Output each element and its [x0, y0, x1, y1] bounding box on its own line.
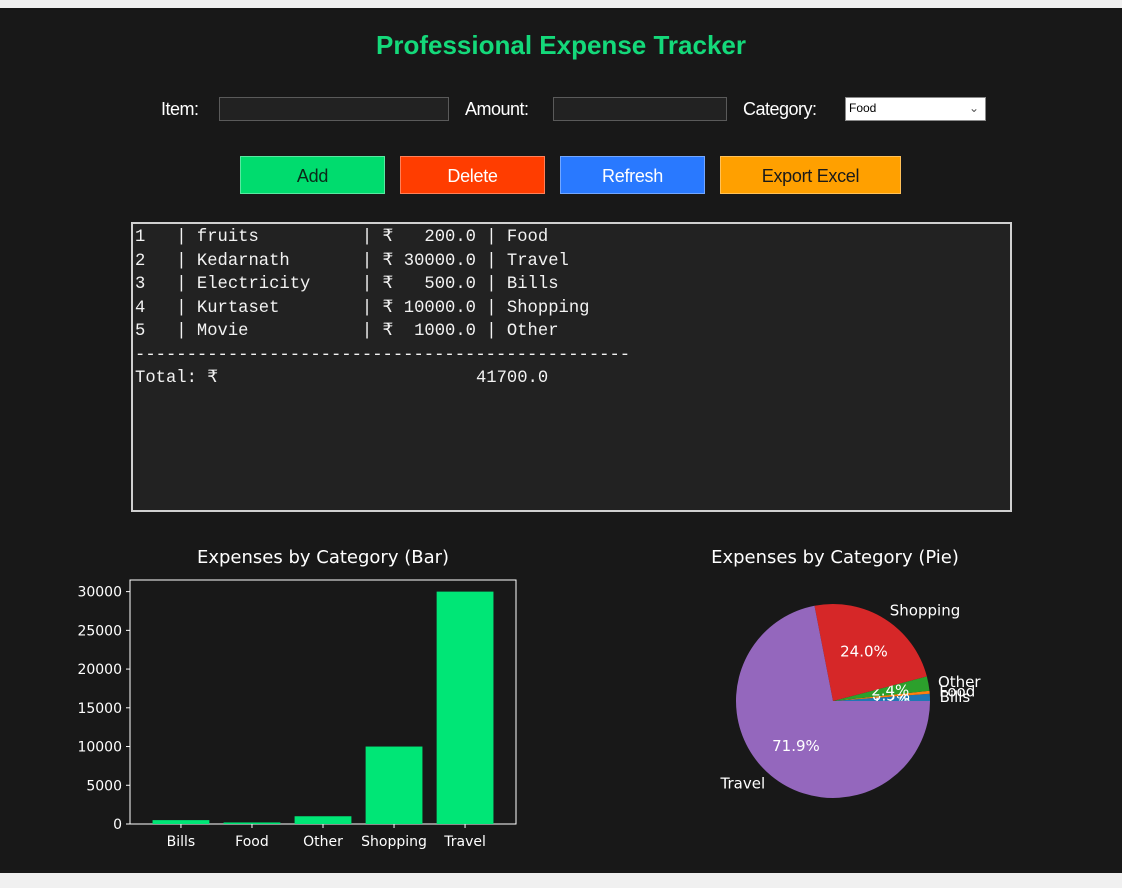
x-tick-label-shopping: Shopping — [361, 834, 427, 850]
x-tick-label-bills: Bills — [167, 834, 196, 850]
item-label: Item: — [161, 99, 199, 119]
y-tick-label: 0 — [113, 817, 122, 833]
app-window: Professional Expense Tracker Item: Amoun… — [0, 8, 1122, 873]
bar-other — [294, 816, 352, 824]
pie-label-other: Other — [938, 673, 981, 691]
bar-food — [223, 822, 281, 824]
refresh-button[interactable]: Refresh — [560, 156, 705, 194]
y-tick-label: 10000 — [77, 740, 122, 756]
chevron-down-icon: ⌄ — [968, 101, 979, 115]
expense-list-text: 1 | fruits | ₹ 200.0 | Food 2 | Kedarnat… — [135, 228, 631, 388]
expense-listbox[interactable]: 1 | fruits | ₹ 200.0 | Food 2 | Kedarnat… — [131, 222, 1012, 512]
category-selected-value: Food — [849, 101, 877, 115]
pie-chart: Bills1.2% Food0.5%Other2.4%Shopping24.0%T… — [720, 602, 981, 798]
bar-chart-title: Expenses by Category (Bar) — [196, 547, 450, 568]
amount-input[interactable] — [553, 97, 727, 121]
item-input[interactable] — [219, 97, 449, 121]
bar-shopping — [365, 746, 423, 824]
app-title: Professional Expense Tracker — [376, 30, 746, 60]
x-tick-label-food: Food — [235, 834, 269, 850]
y-tick-label: 15000 — [77, 701, 122, 717]
bar-chart: Bills Food Other Shopping Travel 0 5000 10000 15… — [77, 579, 517, 850]
amount-label: Amount: — [465, 99, 529, 119]
y-tick-label: 5000 — [86, 778, 122, 794]
export-excel-button[interactable]: Export Excel — [720, 156, 901, 194]
add-button[interactable]: Add — [240, 156, 385, 194]
category-label: Category: — [743, 99, 817, 119]
x-tick-label-travel: Travel — [443, 834, 486, 850]
pie-label-shopping: Shopping — [890, 602, 960, 620]
y-tick-label: 20000 — [77, 662, 122, 678]
pie-percent-shopping: 24.0% — [840, 643, 888, 661]
pie-label-travel: Travel — [720, 774, 766, 792]
bar-travel — [436, 591, 494, 824]
pie-chart-title: Expenses by Category (Pie) — [711, 547, 959, 568]
pie-percent-travel: 71.9% — [772, 737, 820, 755]
bar-bills — [152, 820, 210, 824]
y-tick-label: 25000 — [77, 623, 122, 639]
category-select[interactable]: Food ⌄ — [845, 97, 986, 121]
x-tick-label-other: Other — [303, 834, 343, 850]
y-tick-label: 30000 — [77, 585, 122, 601]
delete-button[interactable]: Delete — [400, 156, 545, 194]
